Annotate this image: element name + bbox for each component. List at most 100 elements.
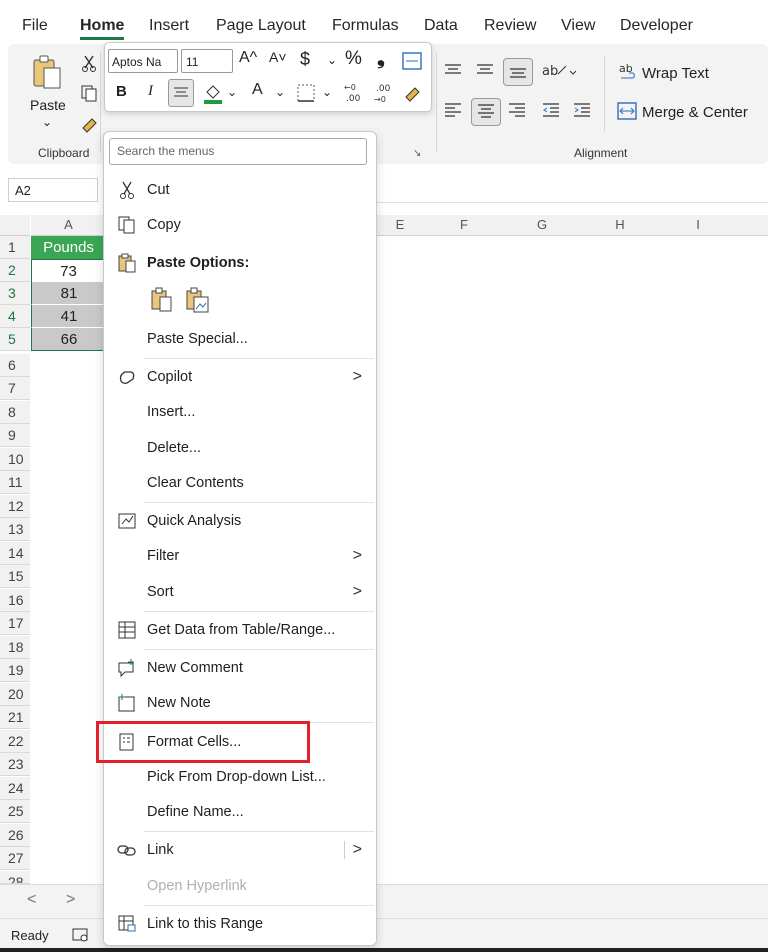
row-header[interactable]: 12 [0,495,30,518]
increase-font-button[interactable]: A^ [239,49,257,67]
row-header[interactable]: 22 [0,730,30,753]
sheet-next-button[interactable]: > [66,891,75,909]
font-size-select[interactable]: 11 [181,49,233,73]
row-header[interactable]: 7 [0,377,30,400]
row-header[interactable]: 19 [0,659,30,682]
align-left-icon[interactable] [444,102,462,118]
paste-chevron-icon[interactable]: ⌄ [42,115,52,129]
currency-button[interactable]: $ [300,49,310,70]
row-header[interactable]: 3 [0,282,30,305]
row-header[interactable]: 5 [0,328,30,351]
format-painter-icon[interactable] [402,82,424,104]
paste-label[interactable]: Paste [30,97,66,113]
menu-item-cut[interactable]: Cut [104,174,374,206]
cell-a3[interactable]: 81 [31,282,106,305]
font-dialog-launcher-icon[interactable]: ↘ [413,148,421,159]
decrease-decimal-icon[interactable]: ←0.00 [342,82,368,104]
align-right-icon[interactable] [508,102,526,118]
row-header[interactable]: 26 [0,824,30,847]
bottom-align-icon[interactable] [503,58,533,86]
cell-a5[interactable]: 66 [31,328,106,351]
row-header[interactable]: 20 [0,683,30,706]
menu-item-sort[interactable]: Sort > [104,576,374,608]
row-header[interactable]: 18 [0,636,30,659]
row-header[interactable]: 14 [0,542,30,565]
paste-keep-source-icon[interactable] [150,287,174,313]
row-header[interactable]: 24 [0,777,30,800]
column-header-next[interactable] [737,215,768,236]
row-header[interactable]: 8 [0,401,30,424]
menu-item-quick-analysis[interactable]: Quick Analysis [104,505,374,537]
column-header-g[interactable]: G [503,215,581,236]
column-header-f[interactable]: F [425,215,503,236]
middle-align-icon[interactable] [476,62,494,78]
merge-center-icon[interactable] [617,102,637,120]
menu-item-paste-special[interactable]: Paste Special... [104,323,374,355]
accessibility-icon[interactable] [72,927,90,943]
menu-item-insert[interactable]: Insert... [104,396,374,428]
menu-item-define-name[interactable]: Define Name... [104,796,374,828]
tab-view[interactable]: View [561,17,595,35]
merge-center-button[interactable]: Merge & Center [642,104,748,121]
format-painter-icon[interactable] [80,114,100,134]
name-box[interactable]: A2 [8,178,98,202]
comma-button[interactable]: ❟ [377,47,385,70]
row-header[interactable]: 4 [0,305,30,328]
row-header[interactable]: 6 [0,354,30,377]
increase-indent-icon[interactable] [573,102,591,118]
tab-file[interactable]: File [22,17,48,35]
row-header[interactable]: 23 [0,753,30,776]
tab-developer[interactable]: Developer [620,17,693,35]
menu-item-copy[interactable]: Copy [104,209,374,241]
tab-formulas[interactable]: Formulas [332,17,399,35]
copy-small-icon[interactable] [80,84,98,102]
row-header[interactable]: 15 [0,565,30,588]
font-name-select[interactable]: Aptos Na [108,49,178,73]
menu-item-delete[interactable]: Delete... [104,432,374,464]
merge-icon[interactable] [402,52,422,70]
row-header[interactable]: 2 [0,259,30,282]
orientation-icon[interactable]: ab [542,60,576,82]
tab-insert[interactable]: Insert [149,17,189,35]
menu-item-link[interactable]: Link > [104,834,374,866]
tab-page-layout[interactable]: Page Layout [216,17,306,35]
borders-icon[interactable] [297,84,315,102]
font-color-button[interactable]: A [252,81,263,99]
menu-item-pick-dropdown[interactable]: Pick From Drop-down List... [104,761,374,793]
row-header[interactable]: 13 [0,518,30,541]
cell-a2[interactable]: 73 [31,259,106,282]
row-header[interactable]: 10 [0,448,30,471]
decrease-indent-icon[interactable] [542,102,560,118]
chevron-down-icon[interactable]: ⌄ [322,85,332,99]
paste-icon[interactable] [31,54,63,94]
select-all-corner[interactable] [0,215,30,236]
chevron-down-icon[interactable]: ⌄ [227,85,237,99]
wrap-text-icon[interactable]: ab [619,62,639,84]
italic-button[interactable]: I [148,83,153,100]
menu-item-new-comment[interactable]: New Comment [104,652,374,684]
decrease-font-button[interactable]: A˅ [269,49,287,65]
center-align-button[interactable] [168,79,194,107]
align-center-icon[interactable] [471,98,501,126]
row-header[interactable]: 28 [0,871,30,884]
row-header[interactable]: 16 [0,589,30,612]
row-header[interactable]: 27 [0,847,30,870]
increase-decimal-icon[interactable]: .00 →0 [372,82,398,104]
column-header-e[interactable]: E [375,215,425,236]
sheet-prev-button[interactable]: < [27,891,36,909]
menu-item-filter[interactable]: Filter > [104,540,374,572]
wrap-text-button[interactable]: Wrap Text [642,65,709,82]
chevron-down-icon[interactable]: ⌄ [275,85,285,99]
row-header[interactable]: 9 [0,424,30,447]
menu-item-clear-contents[interactable]: Clear Contents [104,467,374,499]
bold-button[interactable]: B [116,83,127,100]
cell-a4[interactable]: 41 [31,305,106,328]
cut-small-icon[interactable] [81,54,97,72]
fill-color-icon[interactable] [202,83,224,105]
paste-picture-icon[interactable] [185,287,211,315]
column-header-a[interactable]: A [31,215,106,236]
menu-item-new-note[interactable]: New Note [104,687,374,719]
menu-item-link-range[interactable]: Link to this Range [104,908,374,940]
row-header[interactable]: 11 [0,471,30,494]
tab-data[interactable]: Data [424,17,458,35]
